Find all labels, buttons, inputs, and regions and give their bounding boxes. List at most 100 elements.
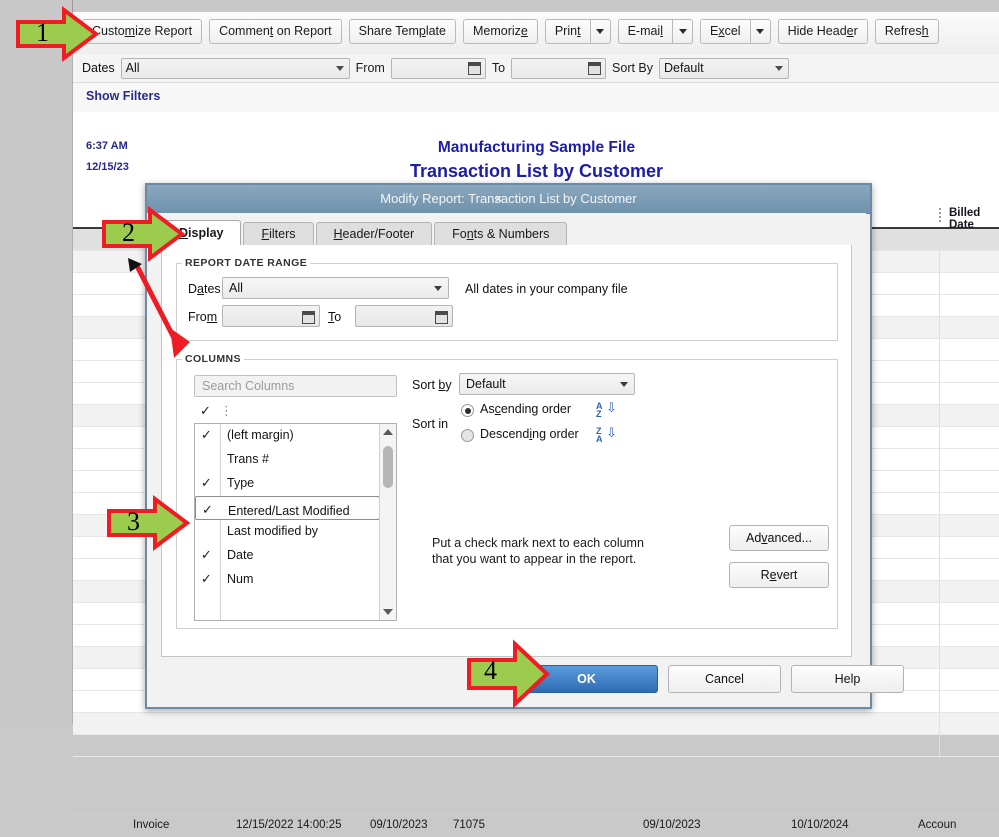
share-template-button[interactable]: Share Template bbox=[348, 19, 456, 44]
dialog-dates-select[interactable]: All bbox=[222, 277, 449, 299]
sort-in-label: Sort in bbox=[412, 417, 449, 431]
to-date-input[interactable] bbox=[511, 57, 607, 79]
columns-hint-text: Put a check mark next to each column tha… bbox=[432, 535, 722, 567]
dialog-to-input[interactable] bbox=[355, 305, 453, 327]
print-button[interactable]: Print bbox=[544, 19, 590, 44]
chevron-down-icon[interactable] bbox=[749, 19, 771, 44]
display-tab-panel: REPORT DATE RANGE Dates All All dates in… bbox=[161, 245, 852, 657]
table-row[interactable] bbox=[73, 713, 999, 735]
report-filter-bar: Dates All From To Sort By Default bbox=[73, 54, 999, 83]
cell-due-date: 10/10/2024 bbox=[791, 819, 849, 831]
tab-filters[interactable]: Filters bbox=[243, 222, 314, 246]
columns-listbox[interactable]: ✓ (left margin) Trans # ✓ Type ✓ Entered/Last … bbox=[194, 423, 397, 621]
scroll-up-icon[interactable] bbox=[380, 424, 396, 440]
chevron-down-icon bbox=[620, 382, 628, 387]
column-list-item[interactable]: ✓ Type bbox=[195, 472, 380, 496]
descending-order-radio[interactable] bbox=[461, 429, 474, 442]
sort-descending-za-icon[interactable]: ZA bbox=[596, 427, 603, 444]
columns-header-menu-icon[interactable]: ⋮ bbox=[220, 403, 234, 419]
callout-number-4: 4 bbox=[484, 656, 497, 685]
excel-button-group: Excel bbox=[700, 19, 771, 44]
checkmark-icon: ✓ bbox=[201, 547, 212, 562]
callout-number-2: 2 bbox=[122, 218, 135, 247]
comment-on-report-button[interactable]: Comment on Report bbox=[209, 19, 342, 44]
table-row[interactable]: Account bbox=[73, 735, 999, 757]
checkmark-icon: ✓ bbox=[201, 571, 212, 586]
customize-report-button[interactable]: Customize Report bbox=[82, 19, 203, 44]
hide-header-button[interactable]: Hide Header bbox=[777, 19, 868, 44]
column-list-item[interactable]: ✓ Date bbox=[195, 544, 380, 568]
chevron-down-icon[interactable] bbox=[672, 19, 693, 44]
advanced-button[interactable]: Advanced... bbox=[729, 525, 829, 551]
refresh-button[interactable]: Refresh bbox=[874, 19, 939, 44]
chevron-down-icon bbox=[434, 286, 442, 291]
dialog-dates-value: All bbox=[229, 281, 243, 295]
ascending-order-radio[interactable] bbox=[461, 404, 474, 417]
column-divider[interactable] bbox=[939, 208, 941, 222]
search-columns-input[interactable]: Search Columns bbox=[194, 375, 397, 397]
sort-by-select[interactable]: Default bbox=[459, 373, 635, 395]
dates-select[interactable]: All bbox=[120, 57, 350, 79]
report-toolbar: Customize Report Comment on Report Share T… bbox=[73, 12, 999, 55]
sort-by-label: Sort by bbox=[412, 378, 452, 392]
column-list-item[interactable]: ✓ (left margin) bbox=[195, 424, 380, 448]
columns-hint-line1: Put a check mark next to each column bbox=[432, 536, 644, 550]
column-header-billed-date[interactable]: Billed Date bbox=[949, 207, 999, 231]
sort-ascending-az-icon[interactable]: AZ bbox=[596, 402, 603, 419]
callout-arrow-3: 3 bbox=[105, 495, 191, 551]
checkmark-icon: ✓ bbox=[201, 427, 212, 442]
sort-by-label: Sort By bbox=[612, 61, 654, 75]
close-icon[interactable]: × bbox=[137, 191, 860, 206]
quickbooks-report-window: Customize Report Comment on Report Share T… bbox=[0, 0, 999, 831]
chevron-down-icon[interactable] bbox=[589, 19, 611, 44]
sort-ascending-arrow-icon[interactable]: ⇩ bbox=[606, 400, 617, 416]
calendar-icon[interactable] bbox=[467, 61, 481, 75]
columns-hint-line2: that you want to appear in the report. bbox=[432, 552, 637, 566]
column-list-item[interactable]: ✓ Num bbox=[195, 568, 380, 592]
column-list-item[interactable]: Trans # bbox=[195, 448, 380, 472]
column-list-item-label: Trans # bbox=[227, 452, 269, 466]
columns-scrollbar[interactable] bbox=[379, 424, 396, 620]
left-gutter bbox=[0, 0, 73, 724]
cancel-button[interactable]: Cancel bbox=[668, 665, 781, 693]
modify-report-dialog: Modify Report: Transaction List by Custo… bbox=[145, 183, 904, 709]
calendar-icon[interactable] bbox=[435, 311, 448, 324]
column-list-item-label: (left margin) bbox=[227, 428, 294, 442]
show-filters-link[interactable]: Show Filters bbox=[86, 89, 160, 103]
column-list-item-label: Entered/Last Modified bbox=[228, 504, 350, 518]
excel-button[interactable]: Excel bbox=[700, 19, 750, 44]
tab-header-footer[interactable]: Header/Footer bbox=[315, 222, 433, 246]
scroll-down-icon[interactable] bbox=[380, 604, 396, 620]
cell-date: 09/10/2023 bbox=[370, 819, 428, 831]
from-label: From bbox=[355, 61, 385, 75]
callout-arrow-4: 4 bbox=[465, 638, 551, 710]
scrollbar-thumb[interactable] bbox=[383, 446, 393, 488]
sort-by-select[interactable]: Default bbox=[659, 57, 790, 79]
revert-button[interactable]: Revert bbox=[729, 562, 829, 588]
sort-by-value: Default bbox=[664, 61, 704, 75]
show-filters-bar: Show Filters bbox=[73, 83, 999, 113]
sort-by-value: Default bbox=[466, 377, 506, 391]
column-list-item[interactable]: ✓ Entered/Last Modified bbox=[195, 496, 380, 520]
callout-number-3: 3 bbox=[127, 507, 140, 536]
calendar-icon[interactable] bbox=[302, 311, 315, 324]
dialog-to-label: To bbox=[328, 310, 342, 324]
callout-number-1: 1 bbox=[36, 18, 49, 47]
calendar-icon[interactable] bbox=[588, 61, 602, 75]
from-date-input[interactable] bbox=[390, 57, 486, 79]
checkmark-icon: ✓ bbox=[201, 475, 212, 490]
columns-header-check[interactable]: ✓ bbox=[200, 403, 211, 419]
help-button[interactable]: Help bbox=[791, 665, 904, 693]
sort-descending-arrow-icon[interactable]: ⇩ bbox=[606, 425, 617, 441]
checkmark-icon: ✓ bbox=[202, 502, 213, 517]
column-list-item[interactable]: Last modified by bbox=[195, 520, 380, 544]
dialog-title-bar: Modify Report: Transaction List by Custo… bbox=[147, 185, 870, 214]
memorize-button[interactable]: Memorize bbox=[462, 19, 538, 44]
cell-account: Accoun bbox=[918, 819, 957, 831]
dialog-from-input[interactable] bbox=[222, 305, 320, 327]
column-list-item-label: Type bbox=[227, 476, 255, 490]
email-button-group: E-mail bbox=[617, 19, 693, 44]
report-bottom-row[interactable]: Invoice 12/15/2022 14:00:25 09/10/2023 7… bbox=[73, 814, 999, 837]
tab-fonts-numbers[interactable]: Fonts & Numbers bbox=[434, 222, 568, 246]
email-button[interactable]: E-mail bbox=[617, 19, 672, 44]
